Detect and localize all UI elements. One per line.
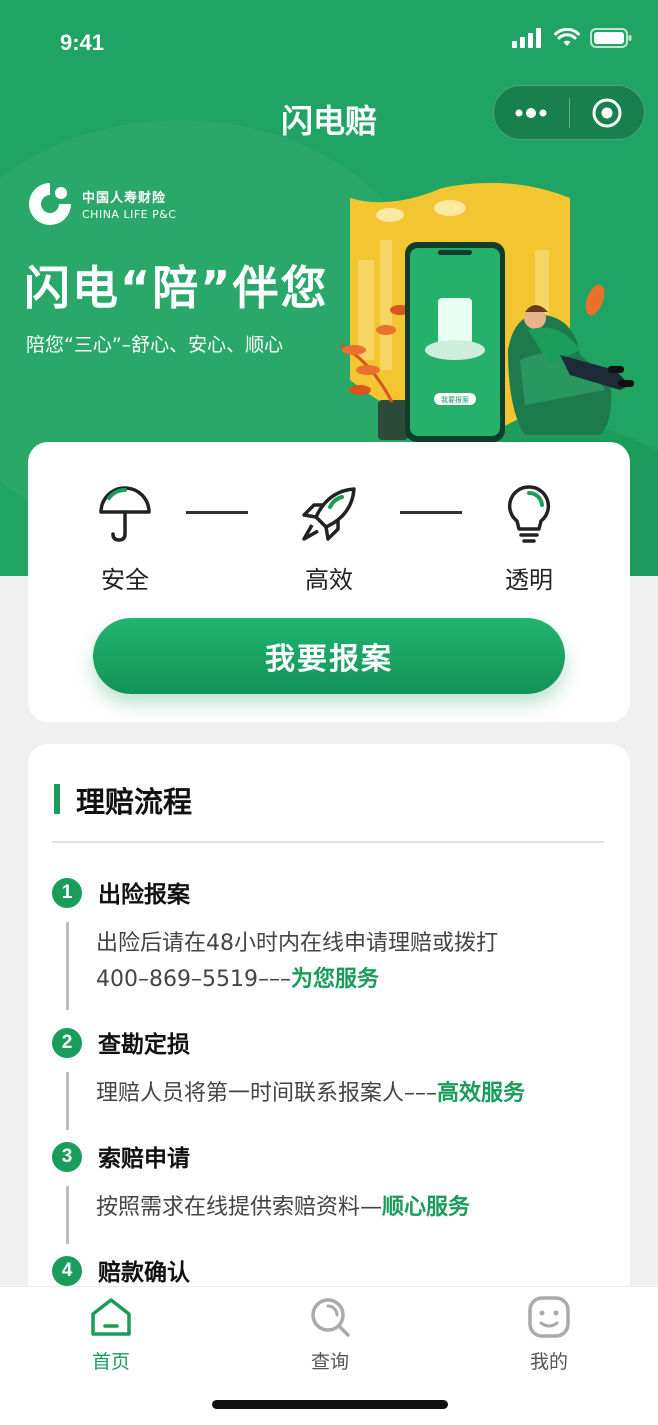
step-description: 理赔人员将第一时间联系报案人–––高效服务	[96, 1076, 525, 1112]
step-number: 1	[52, 878, 82, 908]
step-title: 赔款确认	[98, 1260, 190, 1286]
more-dots-icon	[515, 107, 547, 118]
tab-label: 我的	[529, 1351, 568, 1373]
report-claim-button[interactable]: 我要报案	[93, 618, 565, 694]
target-close-icon	[592, 98, 622, 127]
section-title: 理赔流程	[76, 785, 193, 819]
home-icon	[91, 1298, 131, 1336]
step-title: 索赔申请	[98, 1146, 190, 1172]
step-connector	[66, 1186, 69, 1244]
step-number: 2	[52, 1028, 82, 1058]
step-desc-text: 按照需求在线提供索赔资料—	[96, 1195, 383, 1220]
feature-transparent: 透明	[474, 482, 584, 595]
step-number: 3	[52, 1142, 82, 1172]
step-desc-line: 出险后请在48小时内在线申请理赔或拨打	[96, 931, 498, 956]
brand-logo: 中国人寿财险 CHINA LIFE P&C	[26, 180, 176, 228]
mini-program-capsule	[493, 85, 645, 140]
feature-connector	[186, 511, 248, 514]
bulb-icon	[507, 485, 551, 543]
feature-label: 安全	[101, 566, 149, 594]
step-desc-line: 400–869–5519–––为您服务	[96, 962, 498, 998]
step-number: 4	[52, 1256, 82, 1286]
feature-label: 高效	[305, 566, 353, 594]
step-highlight: 高效服务	[437, 1081, 526, 1106]
umbrella-icon	[99, 486, 151, 542]
status-icons	[512, 28, 632, 48]
brand-name-en: CHINA LIFE P&C	[82, 208, 177, 221]
step-description: 按照需求在线提供索赔资料—顺心服务	[96, 1190, 470, 1226]
phone-number: 400–869–5519–––	[96, 967, 291, 992]
claim-process-card: 理赔流程 1 出险报案 出险后请在48小时内在线申请理赔或拨打 400–869–…	[28, 744, 630, 1304]
battery-icon	[590, 28, 632, 48]
step-title: 出险报案	[98, 882, 190, 908]
home-indicator	[212, 1400, 448, 1409]
hero-illustration: 我要报案	[339, 182, 634, 442]
feature-efficient: 高效	[274, 482, 384, 595]
tab-home[interactable]: 首页	[51, 1295, 171, 1374]
step-connector	[66, 1072, 69, 1130]
phone-screen-label: 我要报案	[441, 395, 469, 404]
step-description: 出险后请在48小时内在线申请理赔或拨打 400–869–5519–––为您服务	[96, 926, 498, 998]
feature-label: 透明	[505, 566, 553, 594]
step-highlight: 顺心服务	[382, 1195, 471, 1220]
hero-slogan: 闪电“陪”伴您	[24, 261, 329, 315]
brand-name-cn: 中国人寿财险	[82, 191, 167, 206]
china-life-logo-icon	[29, 183, 71, 225]
wifi-icon	[554, 28, 580, 46]
step-title: 查勘定损	[98, 1032, 190, 1058]
profile-face-icon	[528, 1296, 570, 1338]
section-divider	[52, 841, 604, 843]
hero-subslogan: 陪您“三心”–舒心、安心、顺心	[26, 334, 284, 356]
tab-search[interactable]: 查询	[270, 1295, 390, 1374]
feature-connector	[400, 511, 462, 514]
close-miniprogram-button[interactable]	[570, 86, 645, 139]
more-button[interactable]	[494, 86, 569, 139]
step-highlight: 为您服务	[290, 967, 379, 992]
status-time: 9:41	[60, 30, 105, 55]
step-connector	[66, 922, 69, 1010]
tab-profile[interactable]: 我的	[489, 1295, 609, 1374]
section-accent-bar	[54, 784, 60, 814]
signal-icon	[512, 28, 541, 48]
search-icon	[311, 1298, 350, 1337]
feature-safe: 安全	[70, 482, 180, 595]
tab-label: 首页	[91, 1351, 130, 1373]
tab-label: 查询	[310, 1351, 349, 1373]
step-desc-text: 理赔人员将第一时间联系报案人–––	[96, 1081, 438, 1106]
features-card: 安全 高效 透明 我要报案	[28, 442, 630, 722]
status-bar: 9:41	[0, 0, 658, 88]
rocket-icon	[302, 487, 356, 541]
